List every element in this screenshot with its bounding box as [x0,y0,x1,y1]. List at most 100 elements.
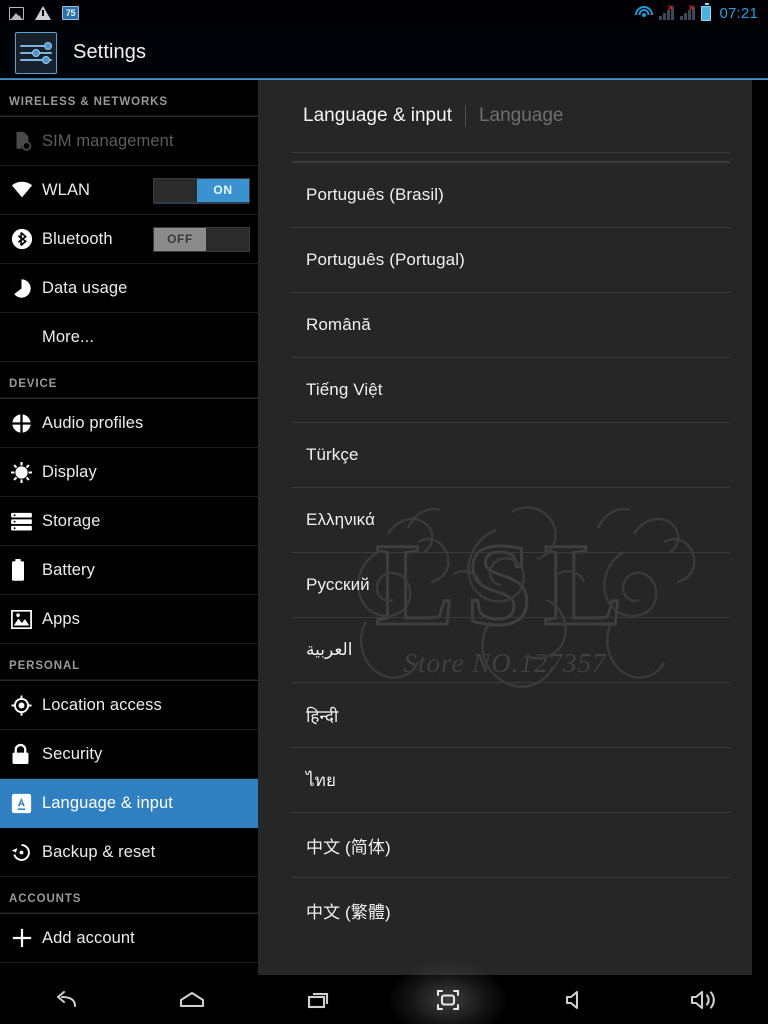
sidebar-item-audio-profiles[interactable]: Audio profiles [0,399,258,448]
section-header-accounts: ACCOUNTS [9,893,82,905]
nav-screenshot-button[interactable] [384,975,512,1024]
sidebar-item-label: Data usage [42,278,128,297]
warning-icon [35,6,51,20]
sidebar-item-wlan[interactable]: WLAN ON [0,166,258,215]
sidebar-item-data-usage[interactable]: Data usage [0,264,258,313]
home-icon [179,991,205,1007]
sidebar-item-more[interactable]: More... [0,313,258,362]
sidebar-item-bluetooth[interactable]: Bluetooth OFF [0,215,258,264]
language-label: ไทย [306,770,337,790]
page-title: Settings [73,41,147,63]
list-item[interactable]: Русский [258,552,752,617]
list-item[interactable]: Português (Brasil) [258,162,752,227]
volume-up-icon [690,990,715,1009]
sidebar-item-security[interactable]: Security [0,730,258,779]
settings-sliders-icon [15,31,57,74]
section-header-device: DEVICE [9,378,58,390]
battery-icon [11,559,42,581]
wlan-toggle[interactable]: ON [153,177,250,203]
breadcrumb-current: Language [478,105,564,126]
signal-1-icon: × [659,4,675,20]
navigation-bar [0,975,768,1024]
language-label: 中文 (简体) [306,837,391,857]
apps-icon [11,609,42,629]
sidebar-item-label: Add account [42,928,135,947]
sidebar-item-label: More... [42,327,95,346]
lock-icon [11,743,42,765]
language-label: العربية [306,640,353,659]
sidebar-item-battery[interactable]: Battery [0,546,258,595]
wlan-toggle-state: ON [197,178,249,202]
nav-volume-down-button[interactable] [512,975,640,1024]
settings-sidebar[interactable]: WIRELESS & NETWORKS SIM management WLAN … [0,80,258,975]
list-item[interactable]: Português (Portugal) [258,227,752,292]
sidebar-item-label: Backup & reset [42,842,156,861]
status-bar-right-icons: × × 07:21 [635,2,768,22]
back-icon [56,990,77,1007]
nav-recents-button[interactable] [256,975,384,1024]
language-label: 中文 (繁體) [306,902,391,922]
list-item[interactable]: العربية [258,617,752,682]
sidebar-item-sim-management[interactable]: SIM management [0,117,258,166]
bluetooth-toggle[interactable]: OFF [153,226,250,252]
list-item[interactable]: ไทย [258,747,752,812]
wifi-icon [11,181,42,199]
backup-reset-icon [11,842,42,863]
section-header-personal: PERSONAL [9,660,81,672]
status-bar: 75 × × 07:21 [0,0,768,26]
language-label: Português (Brasil) [306,185,444,204]
sidebar-item-label: Apps [42,609,81,628]
count-badge: 75 [62,6,79,20]
screenshot-icon [9,6,24,20]
content-body: WIRELESS & NETWORKS SIM management WLAN … [0,80,768,975]
sidebar-item-label: Battery [42,560,95,579]
nav-back-button[interactable] [0,975,128,1024]
list-item[interactable]: Tiếng Việt [258,357,752,422]
sidebar-item-backup-reset[interactable]: Backup & reset [0,828,258,877]
sidebar-item-label: WLAN [42,180,91,199]
section-header-wireless: WIRELESS & NETWORKS [9,96,168,108]
breadcrumb-separator [464,105,466,127]
language-label: हिन्दी [306,706,339,726]
bluetooth-icon [11,228,42,250]
screenshot-icon [436,989,460,1010]
audio-profiles-icon [11,412,42,434]
nav-home-button[interactable] [128,975,256,1024]
nav-volume-up-button[interactable] [640,975,768,1024]
wifi-icon [635,6,654,20]
sidebar-item-location-access[interactable]: Location access [0,681,258,730]
sidebar-item-language-input[interactable]: Language & input [0,779,258,828]
sidebar-item-add-account[interactable]: Add account [0,914,258,963]
sim-card-icon [11,130,42,152]
sidebar-item-label: Bluetooth [42,229,113,248]
brightness-icon [11,461,42,483]
language-label: Ελληνικά [306,510,375,529]
list-item[interactable]: Română [258,292,752,357]
list-item[interactable]: हिन्दी [258,682,752,747]
pie-chart-icon [11,278,42,299]
language-a-icon [11,793,42,814]
plus-icon [11,927,42,949]
language-list[interactable]: LSL Store NO.127357 Português (Brasil) P… [258,152,752,942]
breadcrumb: Language & input Language [258,80,752,152]
language-label: Română [306,315,371,334]
list-item[interactable]: Türkçe [258,422,752,487]
storage-icon [11,512,42,531]
sidebar-item-apps[interactable]: Apps [0,595,258,644]
sidebar-item-label: Display [42,462,97,481]
sidebar-item-label: Audio profiles [42,413,144,432]
recents-icon [307,992,329,1008]
list-item[interactable]: 中文 (繁體) [258,877,752,942]
bluetooth-toggle-state: OFF [154,227,206,251]
status-bar-left-icons: 75 [0,6,79,20]
signal-2-icon: × [680,4,696,20]
list-item[interactable]: 中文 (简体) [258,812,752,877]
sidebar-item-display[interactable]: Display [0,448,258,497]
volume-down-icon [565,990,579,1009]
list-item[interactable]: Ελληνικά [258,487,752,552]
status-bar-clock: 07:21 [719,4,758,22]
breadcrumb-parent[interactable]: Language & input [303,105,452,127]
sidebar-item-storage[interactable]: Storage [0,497,258,546]
list-item-partial[interactable] [258,152,752,162]
location-icon [11,694,42,716]
